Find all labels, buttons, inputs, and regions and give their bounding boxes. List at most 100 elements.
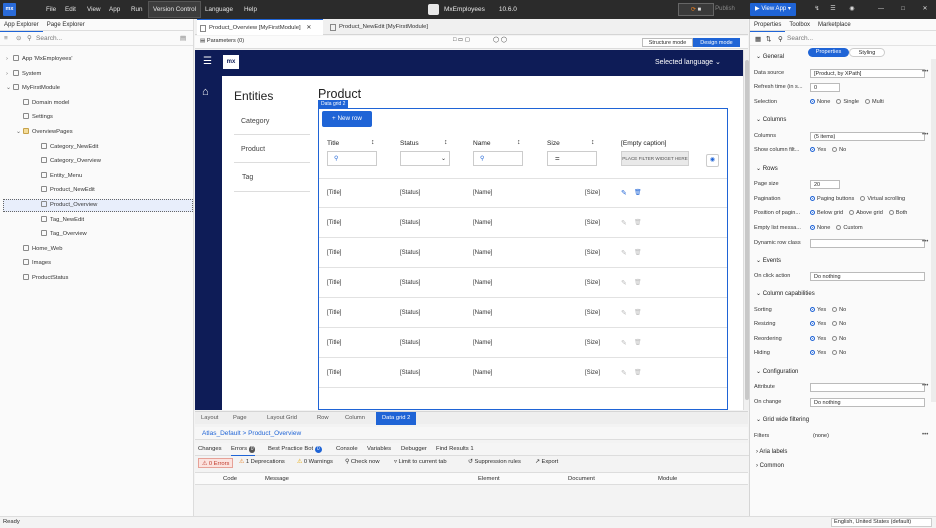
tab-page-explorer[interactable]: Page Explorer: [43, 19, 89, 31]
tree-item[interactable]: Entity_Menu: [34, 169, 82, 183]
edit-icon[interactable]: ✎: [621, 279, 630, 288]
edit-icon[interactable]: ✎: [621, 369, 630, 378]
radio-option[interactable]: None: [810, 99, 830, 105]
radio-option[interactable]: Yes: [810, 147, 826, 153]
menu-product[interactable]: Product: [241, 146, 265, 153]
column-header-size[interactable]: Size: [547, 140, 560, 147]
doc-tab-product-overview[interactable]: Product_Overview [MyFirstModule] ✕: [197, 19, 323, 35]
property-section-header[interactable]: › Aria labels: [756, 449, 787, 455]
edit-icon[interactable]: ✎: [621, 309, 630, 318]
radio-option[interactable]: Single: [836, 99, 859, 105]
name-filter[interactable]: ⚲: [473, 151, 523, 166]
tab-errors[interactable]: Errors 0: [231, 443, 256, 456]
radio-option[interactable]: No: [832, 321, 846, 327]
property-input[interactable]: [810, 383, 925, 392]
chevron-icon[interactable]: ›: [6, 52, 13, 66]
edit-icon[interactable]: ✎: [621, 219, 630, 228]
minimize-icon[interactable]: —: [876, 3, 886, 16]
tree-item[interactable]: ProductStatus: [16, 271, 68, 285]
radio-option[interactable]: Custom: [836, 225, 863, 231]
column-header-status[interactable]: Status: [400, 140, 419, 147]
tree-item[interactable]: Images: [16, 256, 51, 270]
tab-toolbox[interactable]: Toolbox: [785, 19, 814, 31]
publish-button[interactable]: Publish: [712, 3, 738, 16]
export-button[interactable]: ↗ Export: [535, 459, 558, 465]
crumb-column[interactable]: Column: [345, 412, 365, 425]
menu-tag[interactable]: Tag: [242, 174, 253, 181]
limit-to-tab-toggle[interactable]: ▿ Limit to current tab: [394, 459, 447, 465]
radio-option[interactable]: Paging buttons: [810, 196, 854, 202]
tab-marketplace[interactable]: Marketplace: [814, 19, 855, 31]
run-controls[interactable]: ⟳ ■: [678, 3, 714, 16]
menu-view[interactable]: View: [84, 0, 104, 19]
delete-icon[interactable]: 🗑: [634, 219, 643, 228]
radio-option[interactable]: Yes: [810, 307, 826, 313]
property-input[interactable]: Do nothing: [810, 398, 925, 407]
tree-item[interactable]: ⌄ OverviewPages: [16, 125, 73, 139]
radio-option[interactable]: No: [832, 147, 846, 153]
radio-option[interactable]: Yes: [810, 321, 826, 327]
filter-icon[interactable]: ▤: [180, 31, 186, 46]
tab-best-practice-bot[interactable]: Best Practice Bot 0: [268, 443, 322, 456]
delete-icon[interactable]: 🗑: [634, 189, 643, 198]
avatar[interactable]: ◉: [847, 3, 857, 16]
tree-item[interactable]: › System: [6, 67, 41, 81]
property-input[interactable]: [Product, by XPath]: [810, 69, 925, 78]
column-header-title[interactable]: Title: [327, 140, 339, 147]
more-icon[interactable]: •••: [922, 69, 928, 75]
column-selector-icon[interactable]: ◉: [706, 154, 719, 167]
crumb-layout-grid[interactable]: Layout Grid: [267, 412, 297, 425]
settings-icon[interactable]: ☰: [828, 3, 838, 16]
more-icon[interactable]: •••: [922, 132, 928, 138]
status-filter[interactable]: ⌄: [400, 151, 450, 166]
tab-find-results[interactable]: Find Results 1: [436, 443, 474, 456]
radio-option[interactable]: None: [810, 225, 830, 231]
property-section-header[interactable]: ⌄ Column capabilities: [756, 290, 815, 297]
property-input[interactable]: 0: [810, 83, 840, 92]
delete-icon[interactable]: 🗑: [634, 339, 643, 348]
column-header-name[interactable]: Name: [473, 140, 491, 147]
radio-option[interactable]: Both: [888, 210, 907, 216]
equals-icon[interactable]: =: [555, 154, 560, 163]
view-app-button[interactable]: ▶ View App ▾: [750, 3, 796, 16]
menu-help[interactable]: Help: [241, 0, 260, 19]
more-icon[interactable]: •••: [922, 432, 928, 438]
resize-handle-icon[interactable]: ↕: [517, 139, 521, 146]
parameters-button[interactable]: ▤ Parameters (0): [200, 38, 244, 44]
warnings-filter[interactable]: ⚠ 0 Warnings: [297, 459, 333, 465]
edit-icon[interactable]: ✎: [621, 249, 630, 258]
layout-icons[interactable]: □ ▭ ▢: [453, 37, 470, 43]
doc-tab-product-newedit[interactable]: Product_NewEdit [MyFirstModule]: [327, 19, 451, 35]
property-section-header[interactable]: ⌄ Columns: [756, 116, 786, 123]
close-tab-icon[interactable]: ✕: [306, 25, 311, 31]
subtab-styling[interactable]: Styling: [849, 48, 885, 57]
chevron-icon[interactable]: ›: [6, 67, 13, 81]
property-input[interactable]: [810, 239, 925, 248]
zoom-icons[interactable]: ◯ ◯: [493, 37, 507, 43]
delete-icon[interactable]: 🗑: [634, 279, 643, 288]
hamburger-icon[interactable]: ☰: [203, 56, 212, 67]
edit-icon[interactable]: ✎: [621, 339, 630, 348]
grid-view-icon[interactable]: ▦: [755, 35, 761, 43]
property-input[interactable]: (none): [810, 432, 925, 441]
errors-filter-button[interactable]: ⚠ 0 Errors: [198, 458, 234, 468]
menu-file[interactable]: File: [43, 0, 59, 19]
chevron-icon[interactable]: ⌄: [16, 125, 23, 139]
tree-item[interactable]: Category_Overview: [34, 154, 101, 168]
radio-option[interactable]: Yes: [810, 350, 826, 356]
radio-option[interactable]: Below grid: [810, 210, 843, 216]
radio-option[interactable]: No: [832, 307, 846, 313]
chevron-icon[interactable]: ⌄: [6, 81, 13, 95]
tree-item[interactable]: Category_NewEdit: [34, 140, 98, 154]
tab-console[interactable]: Console: [336, 443, 358, 456]
menu-app[interactable]: App: [106, 0, 123, 19]
language-dropdown[interactable]: English, United States (default): [831, 518, 932, 527]
menu-version-control[interactable]: Version Control: [148, 1, 202, 18]
tree-item[interactable]: › App 'MxEmployees': [6, 52, 73, 66]
suppression-rules-button[interactable]: ↺ Suppression rules: [468, 459, 521, 465]
resize-handle-icon[interactable]: ↕: [591, 139, 595, 146]
page-path[interactable]: Atlas_Default > Product_Overview: [195, 427, 748, 440]
radio-option[interactable]: Above grid: [849, 210, 883, 216]
resize-handle-icon[interactable]: ↕: [371, 139, 375, 146]
radio-option[interactable]: Yes: [810, 336, 826, 342]
